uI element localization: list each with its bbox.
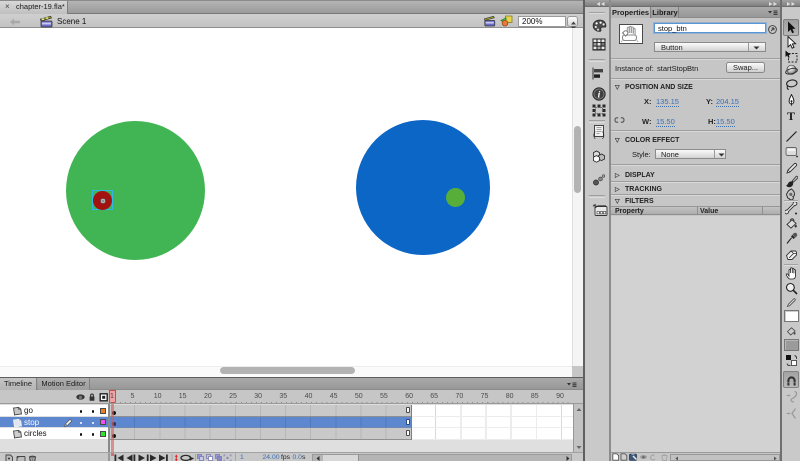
svg-text:(: (: [593, 131, 596, 140]
svg-text:): ): [602, 131, 605, 140]
svg-text:i: i: [598, 90, 601, 100]
